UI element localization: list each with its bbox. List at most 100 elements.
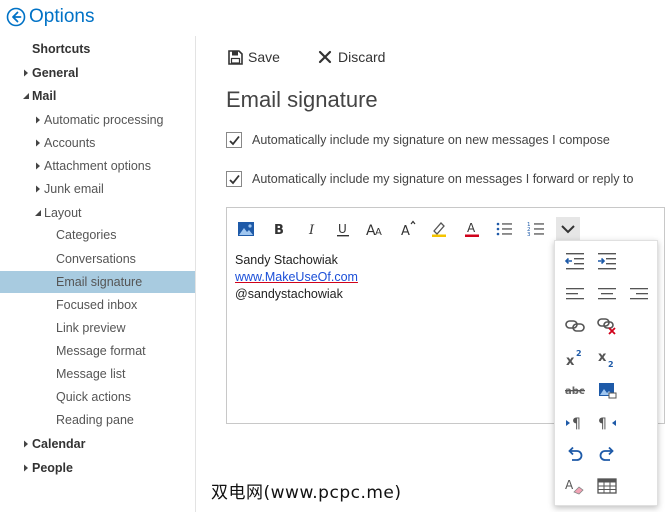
sidebar-item-label: Reading pane <box>56 413 134 427</box>
sidebar-item-calendar[interactable]: Calendar <box>0 433 195 455</box>
sidebar-item-label: Focused inbox <box>56 298 138 312</box>
sidebar-item-focused-inbox[interactable]: Focused inbox <box>0 294 195 316</box>
sidebar-item-link-preview[interactable]: Link preview <box>0 317 195 339</box>
caret-right-icon <box>32 132 42 154</box>
sidebar-item-label: Accounts <box>44 136 96 150</box>
rtl-icon[interactable]: ¶ <box>593 409 621 435</box>
svg-text:¶: ¶ <box>572 416 581 432</box>
font-color-icon[interactable]: A <box>460 217 484 241</box>
back-arrow-icon[interactable] <box>6 7 26 27</box>
insert-picture-icon[interactable] <box>234 217 258 241</box>
sidebar-item-label: Automatic processing <box>44 113 164 127</box>
strikethrough-icon[interactable]: abc <box>561 377 589 403</box>
superscript-icon[interactable]: x2 <box>561 345 589 371</box>
sidebar-item-reading-pane[interactable]: Reading pane <box>0 409 195 431</box>
sidebar-item-categories[interactable]: Categories <box>0 224 195 246</box>
insert-link-icon[interactable] <box>561 313 589 339</box>
sidebar-item-label: Quick actions <box>56 390 132 404</box>
align-left-icon[interactable] <box>561 281 589 307</box>
redo-icon[interactable] <box>593 441 621 467</box>
caret-down-icon <box>20 85 30 107</box>
clear-formatting-icon[interactable]: A <box>561 473 589 499</box>
signature-name: Sandy Stachowiak <box>235 253 338 267</box>
grow-font-icon[interactable]: A <box>396 217 420 241</box>
svg-text:I: I <box>308 223 315 238</box>
svg-text:A: A <box>565 478 574 492</box>
sidebar-item-junk-email[interactable]: Junk email <box>0 178 195 200</box>
sidebar-item-conversations[interactable]: Conversations <box>0 248 195 270</box>
insert-image-icon[interactable] <box>593 377 621 403</box>
svg-text:2: 2 <box>576 349 582 358</box>
sidebar-item-quick-actions[interactable]: Quick actions <box>0 386 195 408</box>
svg-text:2: 2 <box>608 360 614 368</box>
discard-label: Discard <box>338 49 386 65</box>
signature-link-text[interactable]: www.MakeUseOf.com <box>235 270 358 284</box>
options-header: Options <box>0 0 670 36</box>
sidebar-item-label: Shortcuts <box>32 42 91 56</box>
caret-right-icon <box>32 178 42 200</box>
signature-link[interactable]: www.MakeUseOf.com <box>235 270 358 284</box>
sidebar-item-label: Link preview <box>56 321 126 335</box>
underline-icon[interactable]: U <box>331 217 355 241</box>
subscript-icon[interactable]: x2 <box>593 345 621 371</box>
new-messages-label: Automatically include my signature on ne… <box>252 133 610 147</box>
numbering-icon[interactable]: 123 <box>524 217 548 241</box>
remove-link-icon[interactable] <box>593 313 621 339</box>
svg-text:¶: ¶ <box>598 416 607 432</box>
sidebar-item-label: Message list <box>56 367 126 381</box>
ltr-icon[interactable]: ¶ <box>561 409 589 435</box>
svg-text:U: U <box>338 222 347 236</box>
sidebar-item-layout[interactable]: Layout <box>0 202 195 224</box>
svg-text:A: A <box>375 227 382 238</box>
increase-indent-icon[interactable] <box>593 248 621 274</box>
sidebar-item-label: Mail <box>32 89 57 103</box>
align-center-icon[interactable] <box>593 281 621 307</box>
sidebar-item-label: Layout <box>44 206 82 220</box>
forward-reply-label: Automatically include my signature on me… <box>252 172 634 186</box>
sidebar-item-label: Attachment options <box>44 159 152 173</box>
sidebar-item-general[interactable]: General <box>0 62 195 84</box>
save-icon <box>228 50 243 65</box>
caret-right-icon <box>32 109 42 131</box>
svg-text:A: A <box>467 221 476 235</box>
decrease-indent-icon[interactable] <box>561 248 589 274</box>
caret-right-icon <box>20 457 30 479</box>
undo-icon[interactable] <box>561 441 589 467</box>
sidebar-item-people[interactable]: People <box>0 457 195 479</box>
svg-text:B: B <box>274 223 284 238</box>
signature-handle: @sandystachowiak <box>235 287 343 301</box>
caret-down-icon <box>32 202 42 224</box>
svg-text:A: A <box>401 224 410 239</box>
caret-right-icon <box>32 155 42 177</box>
sidebar-item-accounts[interactable]: Accounts <box>0 132 195 154</box>
close-icon <box>318 50 332 64</box>
sidebar-item-automatic-processing[interactable]: Automatic processing <box>0 109 195 131</box>
sidebar-item-email-signature[interactable]: Email signature <box>0 271 195 293</box>
sidebar-item-attachment-options[interactable]: Attachment options <box>0 155 195 177</box>
insert-table-icon[interactable] <box>593 473 621 499</box>
watermark: 双电网(www.pcpc.me) <box>211 483 402 503</box>
align-right-icon[interactable] <box>625 281 653 307</box>
sidebar-item-message-format[interactable]: Message format <box>0 340 195 362</box>
page-title: Options <box>29 6 95 27</box>
bullets-icon[interactable] <box>492 217 516 241</box>
sidebar-item-message-list[interactable]: Message list <box>0 363 195 385</box>
sidebar-item-shortcuts[interactable]: Shortcuts <box>0 38 195 60</box>
sidebar-item-label: Conversations <box>56 252 136 266</box>
italic-icon[interactable]: I <box>300 217 324 241</box>
svg-text:x: x <box>566 354 575 368</box>
svg-text:3: 3 <box>527 232 531 238</box>
section-title: Email signature <box>226 87 378 112</box>
caret-right-icon <box>20 433 30 455</box>
options-sidebar: Shortcuts General Mail Automatic processing… <box>0 36 196 512</box>
bold-icon[interactable]: B <box>267 217 291 241</box>
forward-reply-checkbox[interactable] <box>226 171 242 187</box>
save-label: Save <box>248 49 280 65</box>
font-size-icon[interactable]: AA <box>363 217 387 241</box>
sidebar-item-mail[interactable]: Mail <box>0 85 195 107</box>
sidebar-item-label: Email signature <box>56 275 143 289</box>
chevron-down-icon[interactable] <box>556 217 580 241</box>
new-messages-checkbox[interactable] <box>226 132 242 148</box>
sidebar-item-label: Calendar <box>32 437 86 451</box>
highlight-icon[interactable] <box>427 217 451 241</box>
